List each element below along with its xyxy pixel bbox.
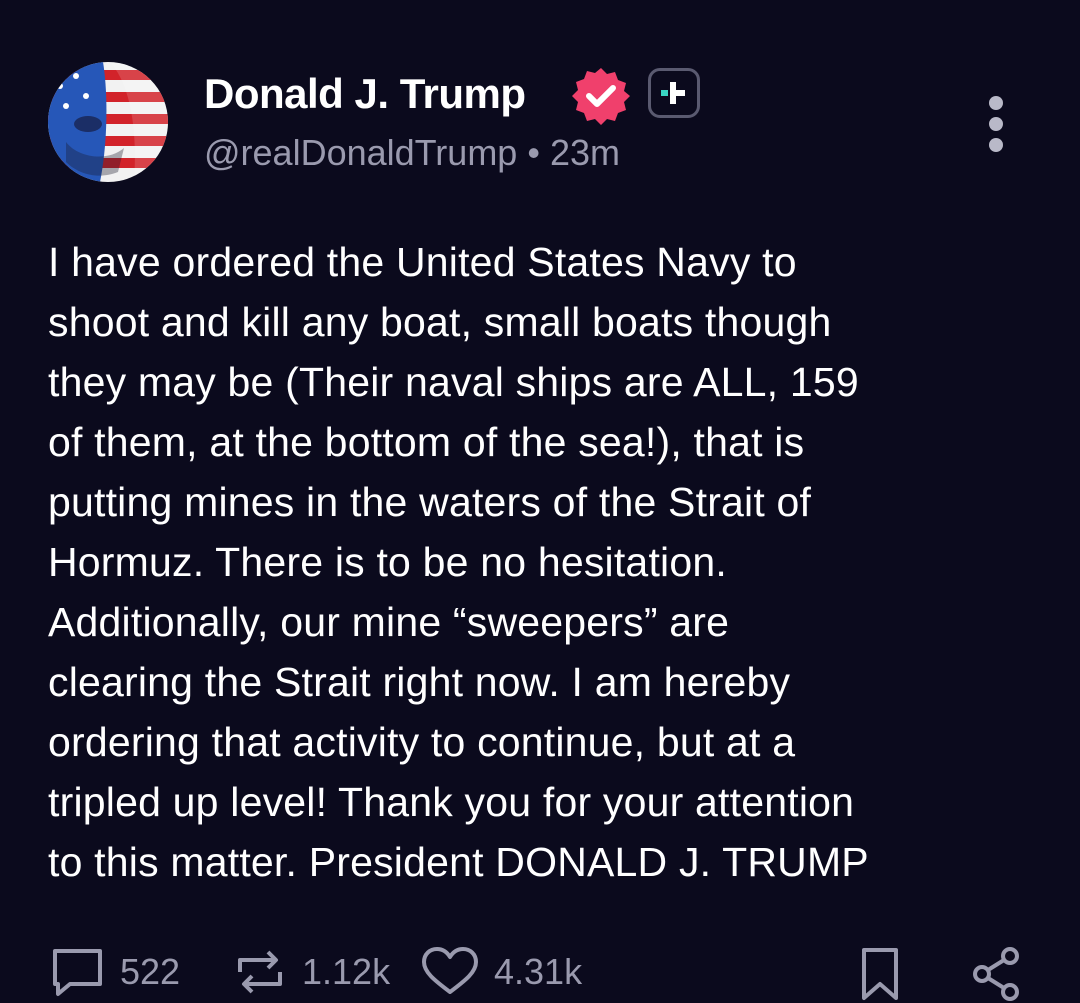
more-dot	[989, 96, 1003, 110]
reply-count: 522	[120, 951, 181, 992]
more-dot	[989, 117, 1003, 131]
post-text-line: clearing the Strait right now. I am here…	[48, 659, 791, 705]
comment-icon	[53, 949, 102, 996]
reply-button[interactable]: 522	[50, 946, 180, 998]
post-text-line: to this matter. President DONALD J. TRUM…	[48, 839, 869, 885]
post-card: Donald J. Trump @realDonaldTrump • 23m I h…	[0, 0, 1080, 1003]
post-text-line: they may be (Their naval ships are ALL, …	[48, 359, 859, 405]
post-timestamp[interactable]: 23m	[550, 132, 620, 173]
post-text-line: of them, at the bottom of the sea!), tha…	[48, 419, 805, 465]
bookmark-button[interactable]	[858, 946, 902, 1002]
verified-badge-icon	[572, 68, 630, 125]
post-text-line: Additionally, our mine “sweepers” are	[48, 599, 730, 645]
repost-count: 1.12k	[302, 951, 391, 992]
repost-icon	[238, 950, 282, 994]
heart-icon	[422, 947, 478, 994]
more-options-icon[interactable]	[978, 96, 1014, 152]
post-text-line: ordering that activity to continue, but …	[48, 719, 796, 765]
plus-badge-icon	[648, 68, 700, 118]
author-meta: @realDonaldTrump • 23m	[204, 130, 620, 176]
post-text-line: shoot and kill any boat, small boats tho…	[48, 299, 832, 345]
bookmark-icon	[862, 948, 898, 1000]
post-text-line: Hormuz. There is to be no hesitation.	[48, 539, 727, 585]
post-text-line: tripled up level! Thank you for your att…	[48, 779, 855, 825]
action-bar: 522 1.12k 4.31k	[0, 940, 1080, 1003]
author-name[interactable]: Donald J. Trump	[204, 66, 526, 122]
more-dot	[989, 138, 1003, 152]
share-icon	[973, 947, 1019, 1001]
share-button[interactable]	[970, 946, 1022, 1002]
like-count: 4.31k	[494, 951, 583, 992]
avatar[interactable]	[48, 62, 168, 182]
post-text: I have ordered the United States Navy to…	[48, 232, 1048, 892]
post-text-line: I have ordered the United States Navy to	[48, 239, 797, 285]
like-button[interactable]: 4.31k	[420, 946, 582, 998]
author-handle[interactable]: @realDonaldTrump	[204, 132, 517, 173]
post-text-line: putting mines in the waters of the Strai…	[48, 479, 812, 525]
repost-button[interactable]: 1.12k	[232, 946, 390, 998]
meta-separator: •	[527, 132, 540, 173]
